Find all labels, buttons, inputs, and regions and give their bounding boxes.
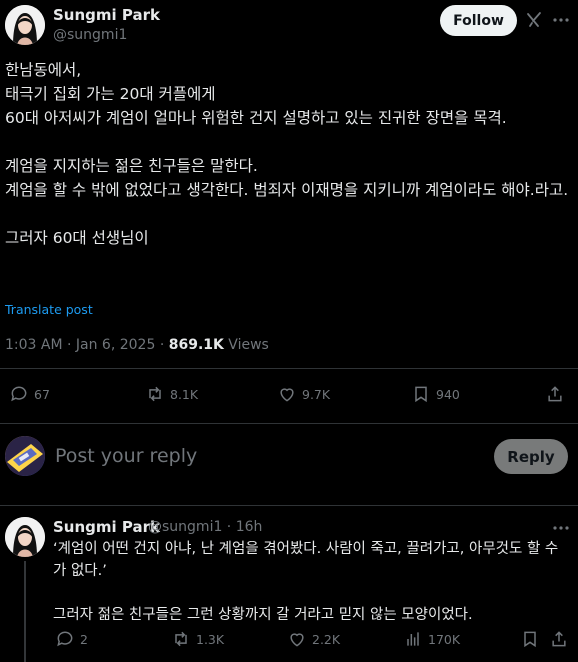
author-handle[interactable]: @sungmi1 [53,27,127,43]
views-action[interactable]: 170K [403,629,460,649]
like-action[interactable]: 9.7K [277,384,330,404]
reply-count: 2 [80,631,88,647]
share-icon [552,631,566,647]
reply-author-name[interactable]: Sungmi Park [53,518,160,536]
reply-author-handle[interactable]: @sungmi1 · 16h [148,519,262,535]
bookmark-icon [524,631,536,648]
reply-button[interactable]: Reply [494,439,568,474]
reply-action[interactable]: 2 [55,629,88,649]
reply-input[interactable]: Post your reply [55,445,197,467]
share-icon [548,386,562,402]
analytics-icon [407,632,419,646]
bookmark-action[interactable]: 940 [411,384,460,404]
repost-action[interactable]: 1.3K [171,629,224,649]
heart-icon [290,633,304,647]
share-action[interactable] [545,384,565,404]
reply-count: 67 [34,386,50,402]
views-count: 869.1K [168,337,224,353]
reply-author-avatar[interactable] [5,517,45,557]
follow-button[interactable]: Follow [440,5,517,36]
bookmark-action[interactable] [520,629,540,649]
views-count: 170K [428,631,461,647]
post-actions: 67 8.1K 9.7K 940 [0,384,578,414]
repost-icon [175,631,187,647]
bookmark-icon [415,386,427,403]
post-timestamp[interactable]: 1:03 AM · Jan 6, 2025 · [5,337,169,353]
more-options-icon[interactable] [551,518,571,538]
repost-action[interactable]: 8.1K [145,384,198,404]
post-meta: 1:03 AM · Jan 6, 2025 · 869.1K Views [5,337,269,353]
divider [0,368,578,369]
author-avatar[interactable] [5,5,45,45]
like-action[interactable]: 2.2K [287,629,340,649]
translate-post-link[interactable]: Translate post [5,302,93,317]
repost-count: 8.1K [170,386,199,402]
post-text: 한남동에서, 태극기 집회 가는 20대 커플에게 60대 아저씨가 계엄이 얼… [5,61,569,247]
post-header: Sungmi Park @sungmi1 Follow [0,0,578,50]
reply-icon [57,631,73,647]
user-avatar[interactable] [5,436,45,476]
bookmark-count: 940 [436,386,460,402]
like-count: 9.7K [302,386,331,402]
repost-count: 1.3K [196,631,225,647]
share-action[interactable] [549,629,569,649]
divider [0,505,578,506]
divider [0,423,578,424]
reply-text: ‘계엄이 어떤 건지 아냐, 난 계엄을 겪어봤다. 사람이 죽고, 끌려가고,… [53,541,559,623]
reply-actions: 2 1.3K 2.2K 170K [0,629,578,659]
reply-action[interactable]: 67 [9,384,50,404]
repost-icon [149,386,161,402]
views-label: Views [223,337,269,353]
reply-icon [11,386,27,402]
heart-icon [280,388,294,402]
grok-icon[interactable] [524,10,544,30]
like-count: 2.2K [312,631,341,647]
more-options-icon[interactable] [551,10,571,30]
author-name[interactable]: Sungmi Park [53,6,160,24]
